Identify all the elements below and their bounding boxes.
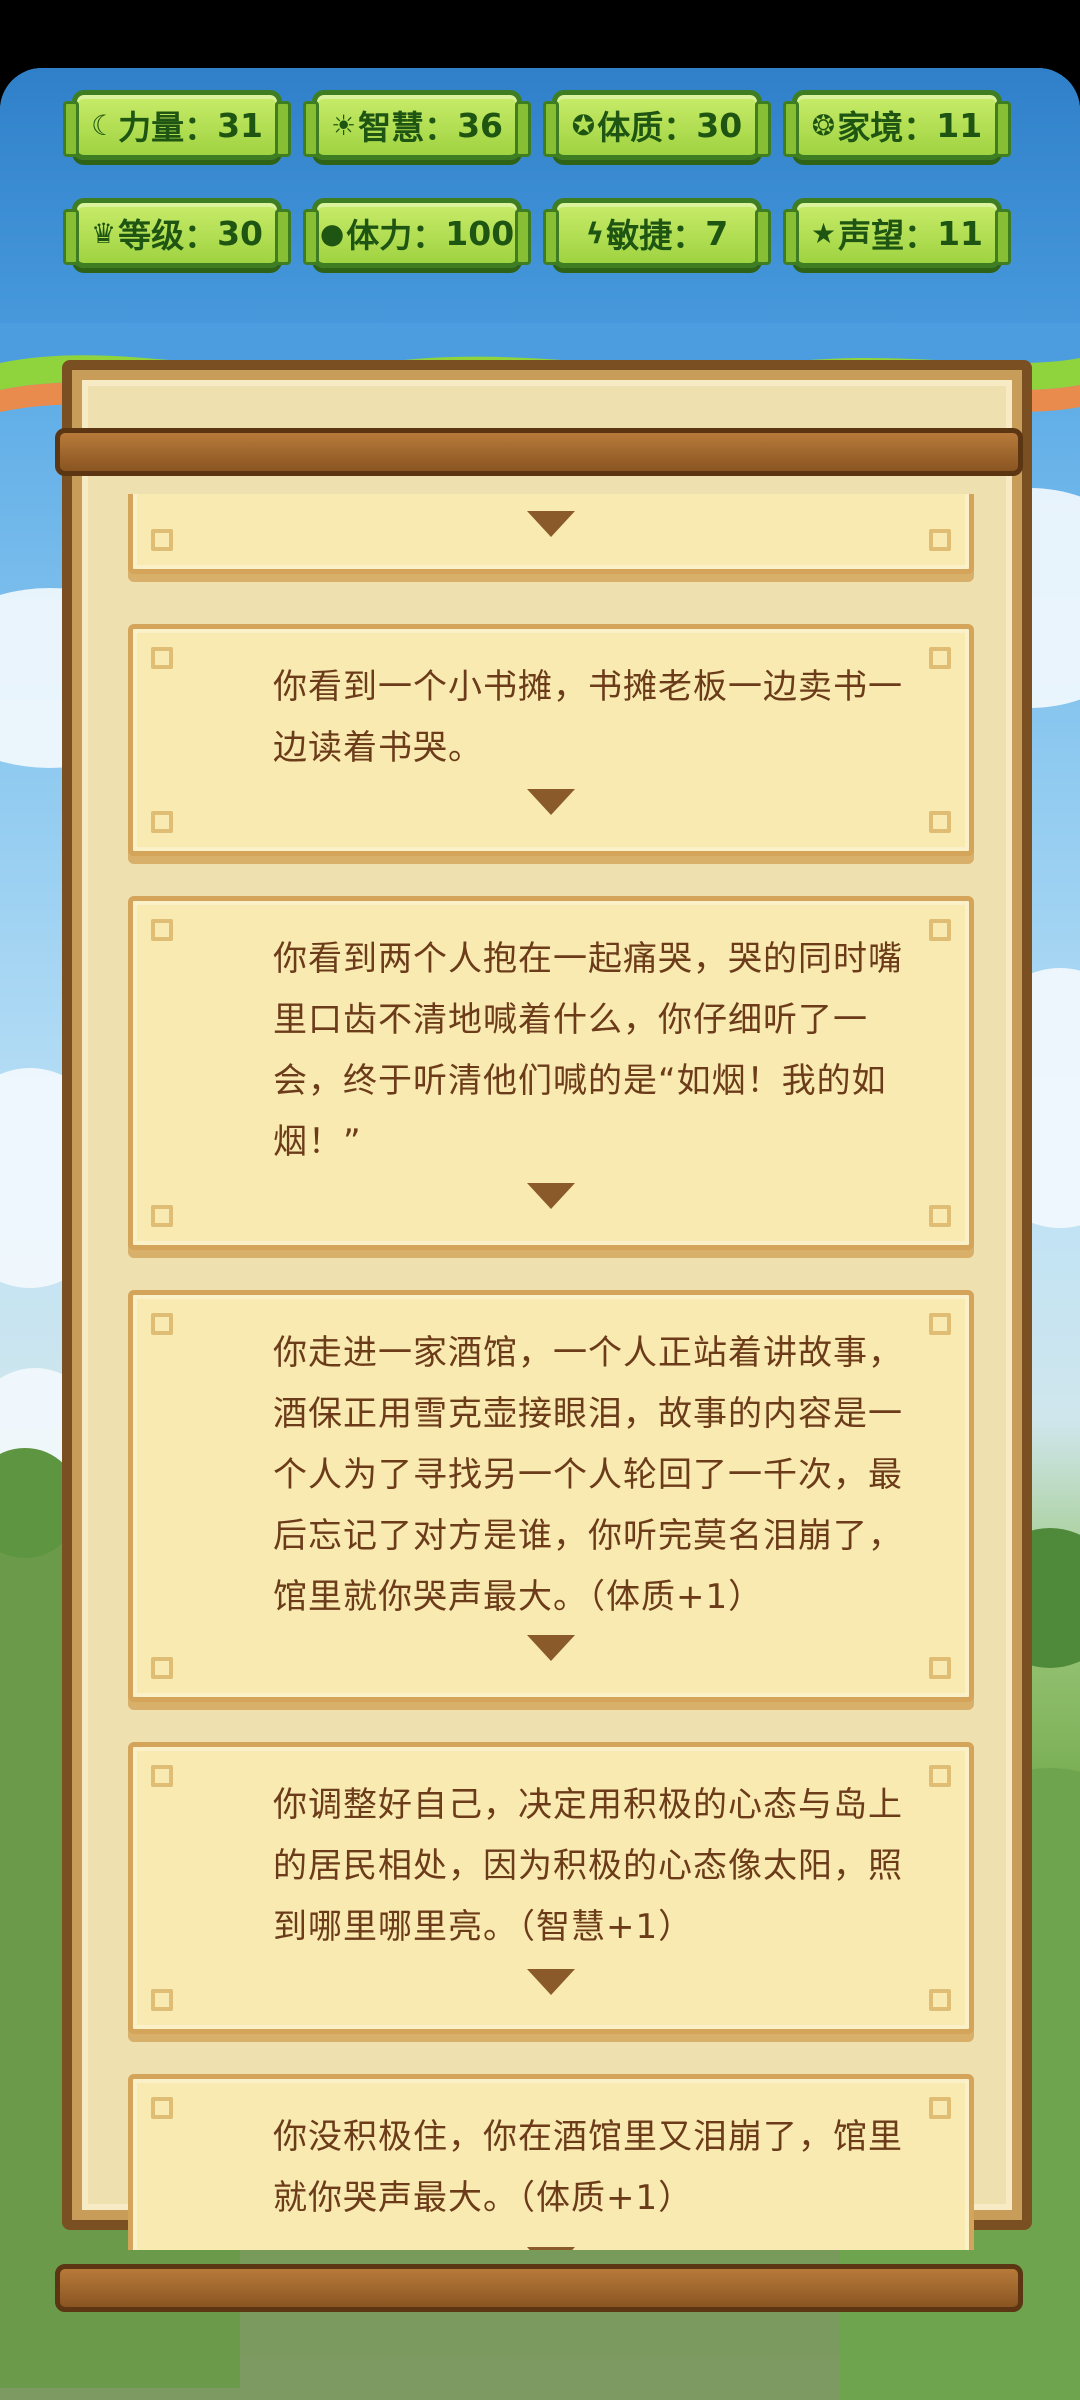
constitution-icon: ✪ bbox=[571, 108, 596, 142]
corner-ornament bbox=[929, 811, 951, 833]
stat-label: 体质： bbox=[597, 108, 697, 147]
triangle-down-icon bbox=[527, 2247, 575, 2250]
event-card: 你走进一家酒馆，一个人正站着讲故事，酒保正用雪克壶接眼泪，故事的内容是一个人为了… bbox=[128, 1290, 974, 1702]
corner-ornament bbox=[929, 1313, 951, 1335]
triangle-down-icon bbox=[527, 511, 575, 537]
event-text: 你走进一家酒馆，一个人正站着讲故事，酒保正用雪克壶接眼泪，故事的内容是一个人为了… bbox=[273, 1333, 903, 1617]
triangle-down-icon bbox=[527, 1635, 575, 1661]
stat-stamina: ● 体力： 100 bbox=[303, 198, 531, 268]
event-text: 你看到两个人抱在一起痛哭，哭的同时嘴里口齿不清地喊着什么，你仔细听了一会，终于听… bbox=[273, 939, 903, 1162]
stat-value: 11 bbox=[937, 213, 984, 253]
stat-label: 智慧： bbox=[358, 108, 458, 147]
lightning-icon: ϟ bbox=[585, 216, 605, 250]
corner-ornament bbox=[151, 919, 173, 941]
event-card: 你看到一个小书摊，书摊老板一边卖书一边读着书哭。 bbox=[128, 624, 974, 856]
corner-ornament bbox=[151, 1765, 173, 1787]
corner-ornament bbox=[151, 647, 173, 669]
stat-value: 31 bbox=[217, 105, 264, 145]
corner-ornament bbox=[929, 1205, 951, 1227]
stat-label: 敏捷： bbox=[606, 216, 706, 255]
corner-ornament bbox=[151, 529, 173, 551]
wisdom-icon: ☀ bbox=[330, 108, 357, 142]
stat-constitution: ✪ 体质： 30 bbox=[543, 90, 771, 160]
stat-label: 力量： bbox=[118, 108, 218, 147]
event-card bbox=[128, 494, 974, 574]
corner-ornament bbox=[151, 1313, 173, 1335]
stat-level: ♛ 等级： 30 bbox=[63, 198, 291, 268]
corner-ornament bbox=[929, 1657, 951, 1679]
stat-agility: ϟ 敏捷： 7 bbox=[543, 198, 771, 268]
strength-icon: ☾ bbox=[90, 108, 117, 142]
stat-label: 体力： bbox=[346, 216, 446, 255]
crown-icon: ♛ bbox=[90, 216, 117, 250]
stat-reputation: ★ 声望： 11 bbox=[783, 198, 1011, 268]
stat-label: 声望： bbox=[838, 216, 938, 255]
corner-ornament bbox=[151, 811, 173, 833]
stat-label: 家境： bbox=[837, 108, 937, 147]
stat-value: 30 bbox=[696, 105, 743, 145]
event-card: 你调整好自己，决定用积极的心态与岛上的居民相处，因为积极的心态像太阳，照到哪里哪… bbox=[128, 1742, 974, 2034]
stat-value: 36 bbox=[457, 105, 504, 145]
corner-ornament bbox=[929, 2097, 951, 2119]
stat-label: 等级： bbox=[118, 216, 218, 255]
stat-family: ❂ 家境： 11 bbox=[783, 90, 1011, 160]
event-card: 你没积极住，你在酒馆里又泪崩了，馆里就你哭声最大。（体质+1） bbox=[128, 2074, 974, 2250]
corner-ornament bbox=[151, 1657, 173, 1679]
triangle-down-icon bbox=[527, 1969, 575, 1995]
corner-ornament bbox=[151, 2097, 173, 2119]
scroll-bottom-rod bbox=[55, 2264, 1023, 2312]
event-text: 你看到一个小书摊，书摊老板一边卖书一边读着书哭。 bbox=[273, 667, 903, 768]
corner-ornament bbox=[929, 1765, 951, 1787]
star-icon: ★ bbox=[810, 216, 837, 250]
corner-ornament bbox=[151, 1205, 173, 1227]
family-icon: ❂ bbox=[811, 108, 836, 142]
corner-ornament bbox=[929, 647, 951, 669]
event-log[interactable]: 你看到一个小书摊，书摊老板一边卖书一边读着书哭。 你看到两个人抱在一起痛哭，哭的… bbox=[128, 494, 974, 2250]
corner-ornament bbox=[929, 1989, 951, 2011]
stat-strength: ☾ 力量： 31 bbox=[63, 90, 291, 160]
stat-value: 100 bbox=[445, 213, 515, 253]
stat-wisdom: ☀ 智慧： 36 bbox=[303, 90, 531, 160]
heart-icon: ● bbox=[319, 216, 345, 250]
event-card: 你看到两个人抱在一起痛哭，哭的同时嘴里口齿不清地喊着什么，你仔细听了一会，终于听… bbox=[128, 896, 974, 1250]
triangle-down-icon bbox=[527, 1183, 575, 1209]
corner-ornament bbox=[151, 1989, 173, 2011]
stat-value: 11 bbox=[936, 105, 983, 145]
triangle-down-icon bbox=[527, 789, 575, 815]
scroll-top-rod bbox=[55, 428, 1023, 476]
event-text: 你调整好自己，决定用积极的心态与岛上的居民相处，因为积极的心态像太阳，照到哪里哪… bbox=[273, 1785, 903, 1947]
corner-ornament bbox=[929, 919, 951, 941]
corner-ornament bbox=[929, 529, 951, 551]
event-text: 你没积极住，你在酒馆里又泪崩了，馆里就你哭声最大。（体质+1） bbox=[273, 2117, 903, 2218]
stat-value: 30 bbox=[217, 213, 264, 253]
stat-value: 7 bbox=[705, 213, 729, 253]
